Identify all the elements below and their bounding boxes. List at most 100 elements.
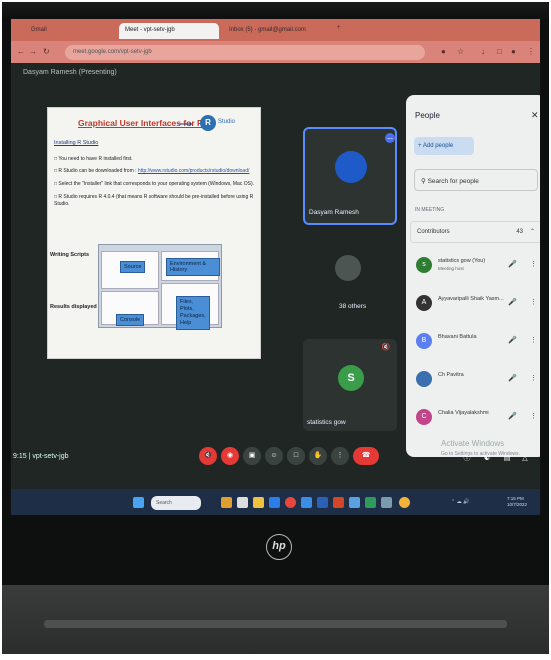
group-avatar-icon [335,255,361,281]
mic-off-button[interactable]: 🔇 [199,447,217,465]
avatar: B [416,333,432,349]
activate-windows-title: Activate Windows [441,439,505,448]
profile-icon[interactable]: ● [511,47,516,56]
laptop-screen: Gmail Meet - vpt-setv-jgb Inbox (5) - gm… [10,18,541,516]
writing-scripts-label: Writing Scripts [50,252,90,258]
participant-tile-dasyam[interactable]: … Dasyam Ramesh [303,127,397,225]
emoji-button[interactable]: ☺ [265,447,283,465]
task-view-icon[interactable] [237,497,248,508]
tile-name: statistics gow [307,419,346,426]
chevron-up-icon[interactable]: ⌃ [530,228,535,235]
muted-mic-icon: 🎤 [508,375,517,382]
slide-bullet: □ R Studio can be downloaded from : http… [54,168,250,174]
tab-label: Gmail [31,27,47,33]
excel-icon[interactable] [365,497,376,508]
participant-row[interactable]: A Ayyavaripalli Shaik Yasm... 🎤 ⋮ [416,293,540,317]
tile-name: 38 others [339,303,367,310]
arrow-icon: ⟶ [178,119,193,130]
files-label: Files, Plots, Packages, Help [176,296,210,330]
captions-button[interactable]: ▣ [243,447,261,465]
app-icon[interactable] [381,497,392,508]
presenter-label: Dasyam Ramesh (Presenting) [23,69,117,76]
tab-meet[interactable]: Meet - vpt-setv-jgb [119,23,219,39]
tab-inbox[interactable]: Inbox (5) - gmail@gmail.com [223,23,333,39]
rstudio-logo-icon: R [200,115,216,131]
presented-slide: Graphical User Interfaces for R ⟶ R Stud… [47,107,261,359]
file-explorer-icon[interactable] [253,497,264,508]
avatar: s [416,257,432,273]
extensions-icon[interactable]: ● [441,47,446,56]
info-icon[interactable]: ⓘ [461,453,473,465]
start-icon[interactable] [133,497,144,508]
more-vert-icon[interactable]: ⋮ [530,374,537,382]
menu-icon[interactable]: ⋮ [527,47,535,56]
participant-row[interactable]: s statistics gow (You) Meeting host 🎤 ⋮ [416,255,540,279]
contributors-count: 43 [516,229,523,235]
people-title: People [415,111,440,120]
more-vert-icon[interactable]: ⋮ [530,336,537,344]
people-icon[interactable]: ☯ [481,453,493,465]
meeting-details: 9:15 | vpt-setv-jgb [13,453,69,460]
edge-icon[interactable] [269,497,280,508]
in-meeting-heading: IN MEETING [415,207,445,213]
rstudio-logo-text: Studio [218,119,236,125]
camera-off-button[interactable]: ◉ [221,447,239,465]
search-icon: ⚲ [421,178,426,185]
participant-row[interactable]: B Bhavani Battula 🎤 ⋮ [416,331,540,355]
taskbar-clock[interactable]: 7:15 PM 10/7/2022 [507,496,527,508]
participant-row[interactable]: C Chalia Vijayalakshmi 🎤 ⋮ [416,407,540,431]
hp-logo: hp [266,534,292,560]
sidebar-icon[interactable]: □ [497,47,502,56]
participant-row[interactable]: Ch Pavitra 🎤 ⋮ [416,369,540,393]
muted-mic-icon: 🎤 [508,299,517,306]
add-people-button[interactable]: + Add people [414,137,474,155]
reload-icon[interactable]: ↻ [43,47,50,56]
taskbar-search[interactable]: Search [151,496,201,510]
powerpoint-icon[interactable] [333,497,344,508]
avatar: A [416,295,432,311]
people-search-input[interactable]: ⚲ Search for people [414,169,538,191]
more-vert-icon[interactable]: ⋮ [530,298,537,306]
app-icon[interactable] [349,497,360,508]
participant-tile-self[interactable]: S 🔇 statistics gow [303,339,397,431]
chrome-icon[interactable] [285,497,296,508]
source-label: Source [120,261,146,273]
slide-bullet: □ R Studio requires R 4.0.4 (that means … [54,194,254,207]
word-icon[interactable] [317,497,328,508]
widgets-icon[interactable] [221,497,232,508]
activities-icon[interactable]: △ [519,453,531,465]
chat-icon[interactable]: ▤ [501,453,513,465]
slide-bullet: □ Select the "Installer" link that corre… [54,181,254,187]
contributors-section[interactable]: Contributors 43 ⌃ [410,221,540,243]
url-text: meet.google.com/vpt-setv-jgb [73,49,152,55]
more-options-button[interactable]: ⋮ [331,447,349,465]
star-icon[interactable]: ☆ [457,47,464,56]
more-vert-icon[interactable]: ⋮ [530,260,537,268]
muted-mic-icon: 🎤 [508,337,517,344]
tray-icons[interactable]: ⌃ ☁ 🔊 [451,499,481,507]
raise-hand-button[interactable]: ✋ [309,447,327,465]
tab-gmail[interactable]: Gmail [25,23,115,39]
more-options-icon[interactable]: … [385,133,395,143]
muted-icon: 🔇 [381,344,391,351]
participant-tile-others[interactable]: 38 others [303,233,397,331]
store-icon[interactable] [301,497,312,508]
environment-label: Environment & History [166,258,220,276]
address-bar[interactable]: meet.google.com/vpt-setv-jgb [65,45,425,60]
add-person-icon: + [418,143,422,149]
download-icon[interactable]: ↓ [481,47,485,56]
back-icon[interactable]: ← [17,47,25,56]
new-tab-button[interactable]: + [335,23,347,39]
laptop-edge [44,620,507,628]
more-vert-icon[interactable]: ⋮ [530,412,537,420]
avatar [335,151,367,183]
slide-subtitle: Installing R Studio [54,140,99,146]
browser-toolbar: ← → ↻ meet.google.com/vpt-setv-jgb ● ☆ ↓… [11,41,540,63]
leave-call-button[interactable]: ☎ [353,447,379,465]
chrome-active-icon[interactable] [399,497,410,508]
download-link[interactable]: http://www.rstudio.com/products/rstudio/… [138,168,249,174]
forward-icon[interactable]: → [29,47,37,56]
close-icon[interactable]: ✕ [531,110,539,121]
present-button[interactable]: □ [287,447,305,465]
muted-mic-icon: 🎤 [508,413,517,420]
